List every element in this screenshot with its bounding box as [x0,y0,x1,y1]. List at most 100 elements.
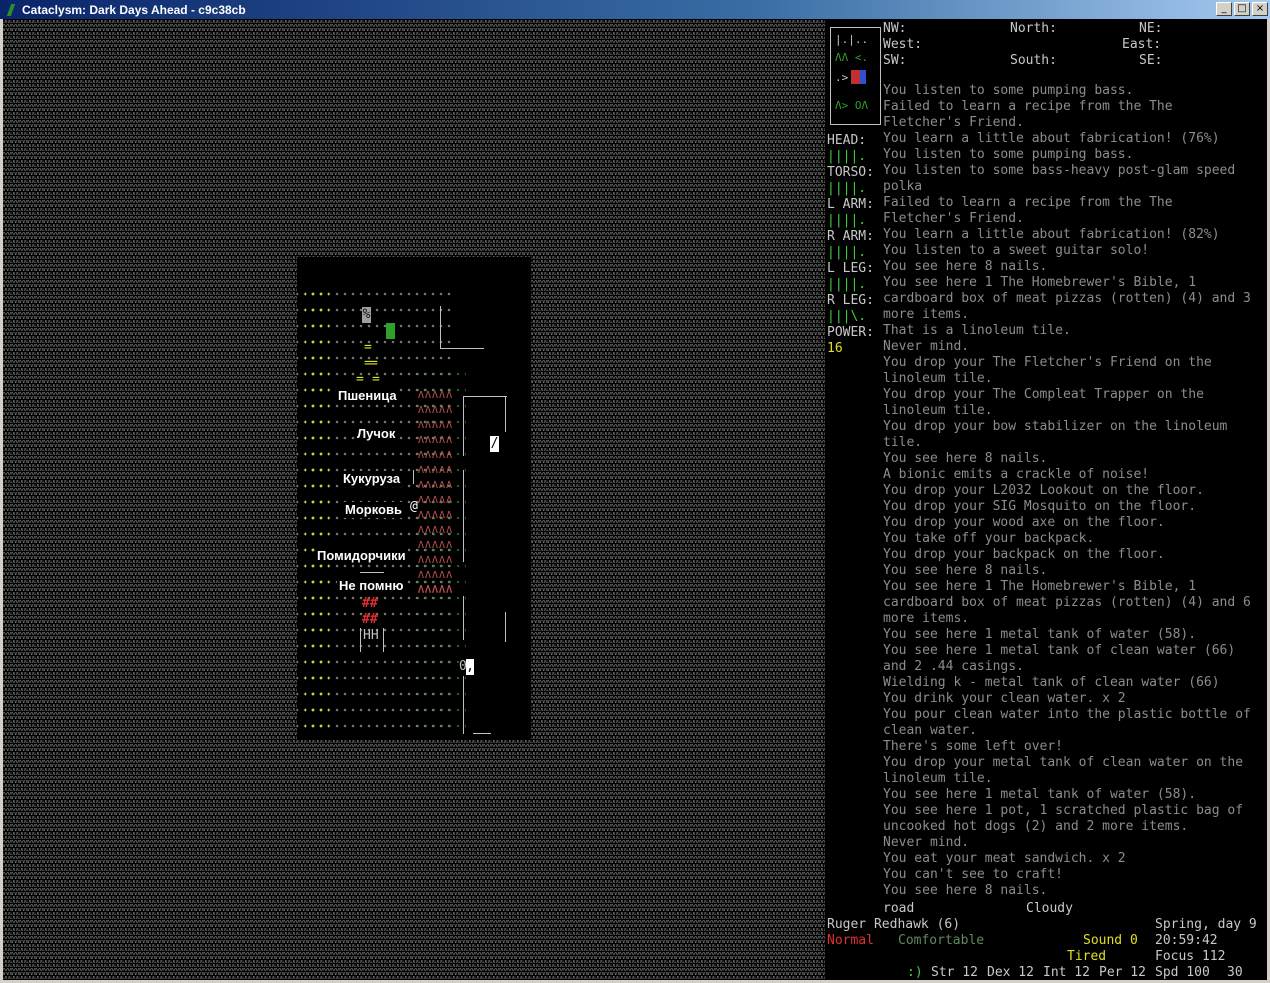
window-controls: _ □ × [1216,2,1268,16]
date-display: Spring, day 9 [1155,917,1257,932]
message-line: You see here 1 metal tank of water (58). [883,627,1197,642]
wall [440,348,484,349]
minimap-row: |.|.. [835,33,869,46]
stat-per: Per 12 [1099,965,1146,980]
bodypart-torso-bar: ||||. [827,181,867,196]
wall [463,396,507,397]
door-tile[interactable]: / [490,436,499,452]
message-line: You drop your L2032 Lookout on the floor… [883,483,1204,498]
sound-level: Sound 0 [1083,933,1138,948]
message-line: You drop your bow stabilizer on the lino… [883,419,1228,434]
shrub-tile: % [362,307,371,323]
label-corn: Кукуруза [341,471,403,487]
bodypart-head: HEAD: [827,133,867,148]
minimize-button[interactable]: _ [1216,2,1232,16]
bodypart-larm-bar: ||||. [827,213,867,228]
rail-tile: = [364,340,372,355]
message-line: You listen to some pumping bass. [883,147,1134,162]
minimap: |.|.. ΛΛ <. .>.<. Λ> OΛ [830,27,881,125]
label-wheat: Пшеница [336,388,399,404]
label-forgot: Не помню [337,578,406,594]
bodypart-torso: TORSO: [827,165,874,180]
wall [440,306,441,348]
item-pile: , [466,659,474,675]
message-line: tile. [883,435,923,450]
message-line: Failed to learn a recipe from the The [883,195,1173,210]
bodypart-larm: L ARM: [827,197,874,212]
message-line: polka [883,179,923,194]
focus-level: Focus 112 [1155,949,1226,964]
label-onion: Лучок [355,426,398,442]
message-line: That is a linoleum tile. [883,323,1071,338]
message-log[interactable]: You listen to some pumping bass. Failed … [883,83,1267,899]
message-line: You see here 8 nails. [883,563,1048,578]
bodypart-rarm: R ARM: [827,229,874,244]
bodypart-rarm-bar: ||||. [827,245,867,260]
window-titlebar[interactable]: Cataclysm: Dark Days Ahead - c9c38cb _ □… [0,0,1270,19]
tree-tile [386,323,395,339]
fire-tile: ## [362,596,378,611]
message-line: You listen to some bass-heavy post-glam … [883,163,1236,178]
time-display: 20:59:42 [1155,933,1218,948]
crop-rows: ΛΛΛΛΛ ΛΛΛΛΛ ΛΛΛΛΛ ΛΛΛΛΛ ΛΛΛΛΛ ΛΛΛΛΛ ΛΛΛΛΛ ΛΛΛ… [418,390,454,596]
wall [413,470,414,484]
message-line: more items. [883,307,970,322]
message-line: You see here 1 pot, 1 scratched plastic … [883,803,1244,818]
message-line: You drop your SIG Mosquito on the floor. [883,499,1197,514]
stat-speed: Spd 100 [1155,965,1210,980]
stat-int: Int 12 [1043,965,1090,980]
compass-nw: NW: [883,21,907,36]
message-line: Fletcher's Friend. [883,211,1024,226]
message-line: Fletcher's Friend. [883,115,1024,130]
rail-tile: = [372,372,380,387]
minimap-row: Λ> OΛ [835,99,869,112]
message-line: You pour clean water into the plastic bo… [883,707,1251,722]
wielded-item: Ruger Redhawk (6) [827,917,961,932]
wall [473,733,491,734]
message-line: You take off your backpack. [883,531,1095,546]
crop-row-bottom: ΛΛΛΛΛ [418,584,454,595]
compass-east: East: [1122,37,1162,52]
bodypart-lleg: L LEG: [827,261,874,276]
bed-tile: HH [363,628,379,643]
message-line: linoleum tile. [883,371,993,386]
message-line: You learn a little about fabrication! (8… [883,227,1220,242]
compass-ne: NE: [1139,21,1163,36]
message-line: Never mind. [883,339,970,354]
message-line: You drop your metal tank of clean water … [883,755,1244,770]
message-line: Wielding k - metal tank of clean water (… [883,675,1220,690]
message-line: You drop your The Compleat Trapper on th… [883,387,1204,402]
compass-south: South: [1010,53,1057,68]
weather-status: Cloudy [1026,901,1073,916]
wall [463,676,464,734]
close-button[interactable]: × [1252,2,1268,16]
compass-sw: SW: [883,53,907,68]
wall [463,396,464,456]
fatigue-status: Tired [1067,949,1107,964]
maximize-button[interactable]: □ [1234,2,1250,16]
message-line: Never mind. [883,835,970,850]
temperature-status: Comfortable [898,933,985,948]
rail-tile: = [356,372,364,387]
message-line: You see here 1 The Homebrewer's Bible, 1 [883,579,1197,594]
message-line: You see here 8 nails. [883,259,1048,274]
morale-face: :) [907,965,923,980]
minimap-row: ΛΛ <. [835,51,869,64]
message-line: You can't see to craft! [883,867,1064,882]
field-yellow-dots [305,280,329,735]
wall [383,628,384,652]
minimap-water-marker [860,70,866,84]
bodypart-lleg-bar: ||||. [827,277,867,292]
message-line: There's some left over! [883,739,1064,754]
wall [463,596,464,640]
bodypart-head-bar: ||||. [827,149,867,164]
message-line: You see here 1 metal tank of water (58). [883,787,1197,802]
wall [463,470,464,562]
message-line: You see here 8 nails. [883,883,1048,898]
compass-se: SE: [1139,53,1163,68]
compass-west: West: [883,37,923,52]
bodypart-rleg-bar: |||\. [827,309,867,324]
move-counter: 30 [1227,965,1243,980]
player-character: @ [410,499,418,514]
message-line: You drop your The Fletcher's Friend on t… [883,355,1212,370]
